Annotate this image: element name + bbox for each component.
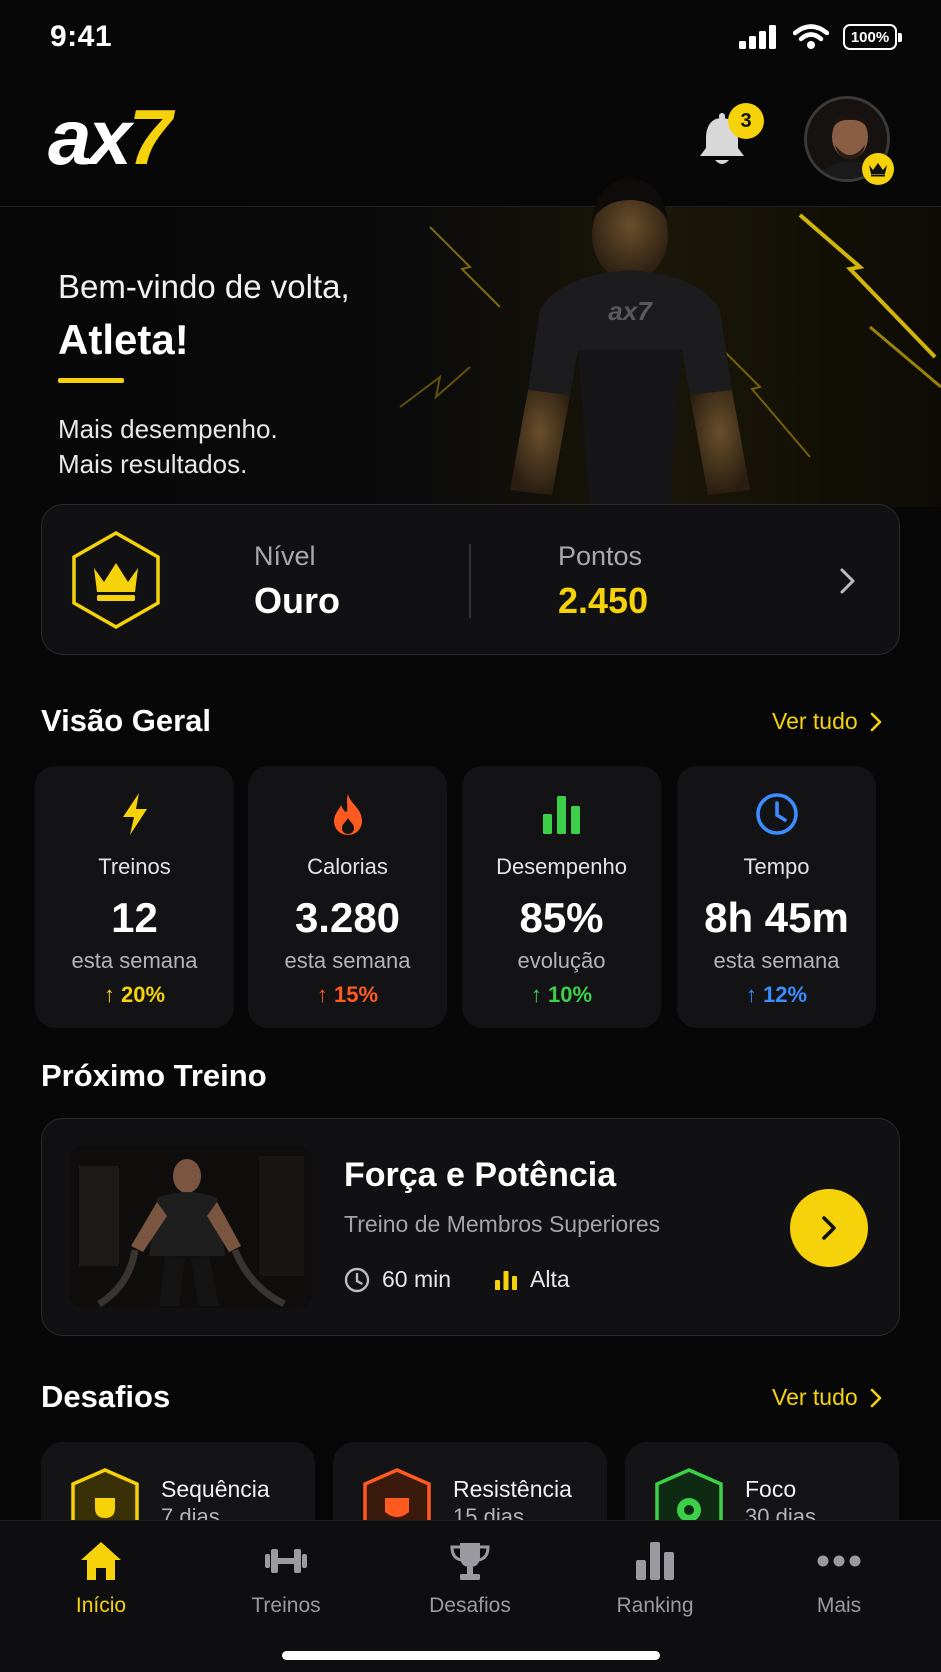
workout-intensity: Alta — [494, 1266, 570, 1293]
level-card-divider — [469, 544, 471, 618]
flame-icon — [248, 792, 447, 840]
target-badge-icon — [655, 1468, 723, 1522]
stat-sub: evolução — [517, 948, 606, 973]
clock-icon — [344, 1267, 370, 1292]
athlete-illustration: ax7 — [510, 178, 750, 505]
greeting-name: Atleta! — [58, 316, 189, 363]
level-crown-icon — [72, 530, 160, 630]
chevron-right-icon — [822, 1216, 836, 1240]
points-label: Pontos — [558, 541, 643, 571]
status-time: 9:41 — [50, 20, 113, 53]
bar-chart-icon — [462, 792, 661, 840]
battery-indicator: 100% — [843, 24, 902, 50]
trophy-badge-icon — [71, 1468, 139, 1522]
stat-card-tempo[interactable]: Tempo 8h 45m esta semana ↑ 12% — [677, 766, 876, 1028]
stat-label: Desempenho — [496, 854, 627, 879]
more-icon — [817, 1555, 861, 1567]
tab-inicio[interactable]: Início — [26, 1540, 176, 1618]
stat-trend: ↑ 20% — [103, 982, 166, 1007]
tab-desafios[interactable]: Desafios — [395, 1540, 545, 1618]
crown-badge-icon — [862, 153, 894, 185]
challenge-name: Resistência — [453, 1476, 572, 1502]
wifi-icon — [793, 24, 829, 49]
dumbbell-icon — [265, 1549, 307, 1573]
workout-image — [69, 1146, 312, 1308]
tab-treinos[interactable]: Treinos — [211, 1540, 361, 1618]
next-workout-title: Próximo Treino — [41, 1058, 267, 1093]
chevron-right-icon[interactable] — [838, 566, 858, 596]
notification-badge: 3 — [728, 103, 764, 139]
workout-subtitle: Treino de Membros Superiores — [344, 1211, 661, 1237]
stat-value: 8h 45m — [704, 894, 849, 941]
workout-duration: 60 min — [344, 1266, 451, 1293]
stat-sub: esta semana — [284, 948, 411, 973]
stat-card-treinos[interactable]: Treinos 12 esta semana ↑ 20% — [35, 766, 234, 1028]
stat-label: Calorias — [307, 854, 388, 879]
status-icons: 100% — [739, 24, 902, 50]
tab-ranking[interactable]: Ranking — [580, 1540, 730, 1618]
level-card[interactable] — [41, 504, 900, 655]
stat-card-calorias[interactable]: Calorias 3.280 esta semana ↑ 15% — [248, 766, 447, 1028]
stat-sub: esta semana — [71, 948, 198, 973]
home-indicator[interactable] — [282, 1651, 660, 1660]
start-workout-button[interactable] — [790, 1189, 868, 1267]
workout-title: Força e Potência — [344, 1156, 617, 1194]
stat-sub: esta semana — [713, 948, 840, 973]
stat-trend: ↑ 12% — [745, 982, 808, 1007]
trophy-icon — [450, 1543, 490, 1580]
home-icon — [81, 1542, 121, 1580]
chevron-right-icon — [870, 1388, 881, 1407]
stat-label: Treinos — [98, 854, 171, 879]
overview-title: Visão Geral — [41, 703, 212, 738]
ranking-icon — [636, 1542, 674, 1580]
stat-label: Tempo — [743, 854, 810, 879]
challenge-card-sequencia[interactable]: Sequência 7 dias — [41, 1442, 315, 1522]
stat-value: 85% — [519, 894, 604, 941]
challenge-name: Foco — [745, 1476, 797, 1502]
app-logo[interactable]: ax7 — [48, 98, 172, 176]
intensity-bars-icon — [495, 1270, 517, 1290]
stat-trend: ↑ 10% — [530, 982, 593, 1007]
stat-trend: ↑ 15% — [316, 982, 379, 1007]
signal-icon — [739, 25, 776, 49]
challenge-name: Sequência — [161, 1476, 270, 1502]
shield-badge-icon — [363, 1468, 431, 1522]
shirt-logo: ax7 — [608, 296, 653, 326]
level-label: Nível — [254, 541, 316, 571]
level-value: Ouro — [254, 580, 340, 621]
lightning-icon — [35, 792, 234, 840]
stat-card-desempenho[interactable]: Desempenho 85% evolução ↑ 10% — [462, 766, 661, 1028]
challenges-see-all-link[interactable]: Ver tudo — [772, 1384, 882, 1411]
challenges-title: Desafios — [41, 1379, 171, 1414]
points-value: 2.450 — [558, 580, 649, 621]
chevron-right-icon — [870, 712, 881, 731]
stat-value: 3.280 — [294, 894, 401, 941]
challenge-card-resistencia[interactable]: Resistência 15 dias — [333, 1442, 607, 1522]
clock-icon — [677, 792, 876, 840]
tab-mais[interactable]: Mais — [764, 1540, 914, 1618]
stat-value: 12 — [111, 894, 158, 941]
overview-see-all-link[interactable]: Ver tudo — [772, 708, 882, 735]
workout-photo — [69, 1146, 312, 1308]
hero-tagline: Mais desempenho. Mais resultados. — [58, 414, 278, 479]
greeting-text: Bem-vindo de volta, — [58, 268, 350, 305]
greeting-underline — [58, 378, 124, 383]
challenge-card-foco[interactable]: Foco 30 dias — [625, 1442, 899, 1522]
